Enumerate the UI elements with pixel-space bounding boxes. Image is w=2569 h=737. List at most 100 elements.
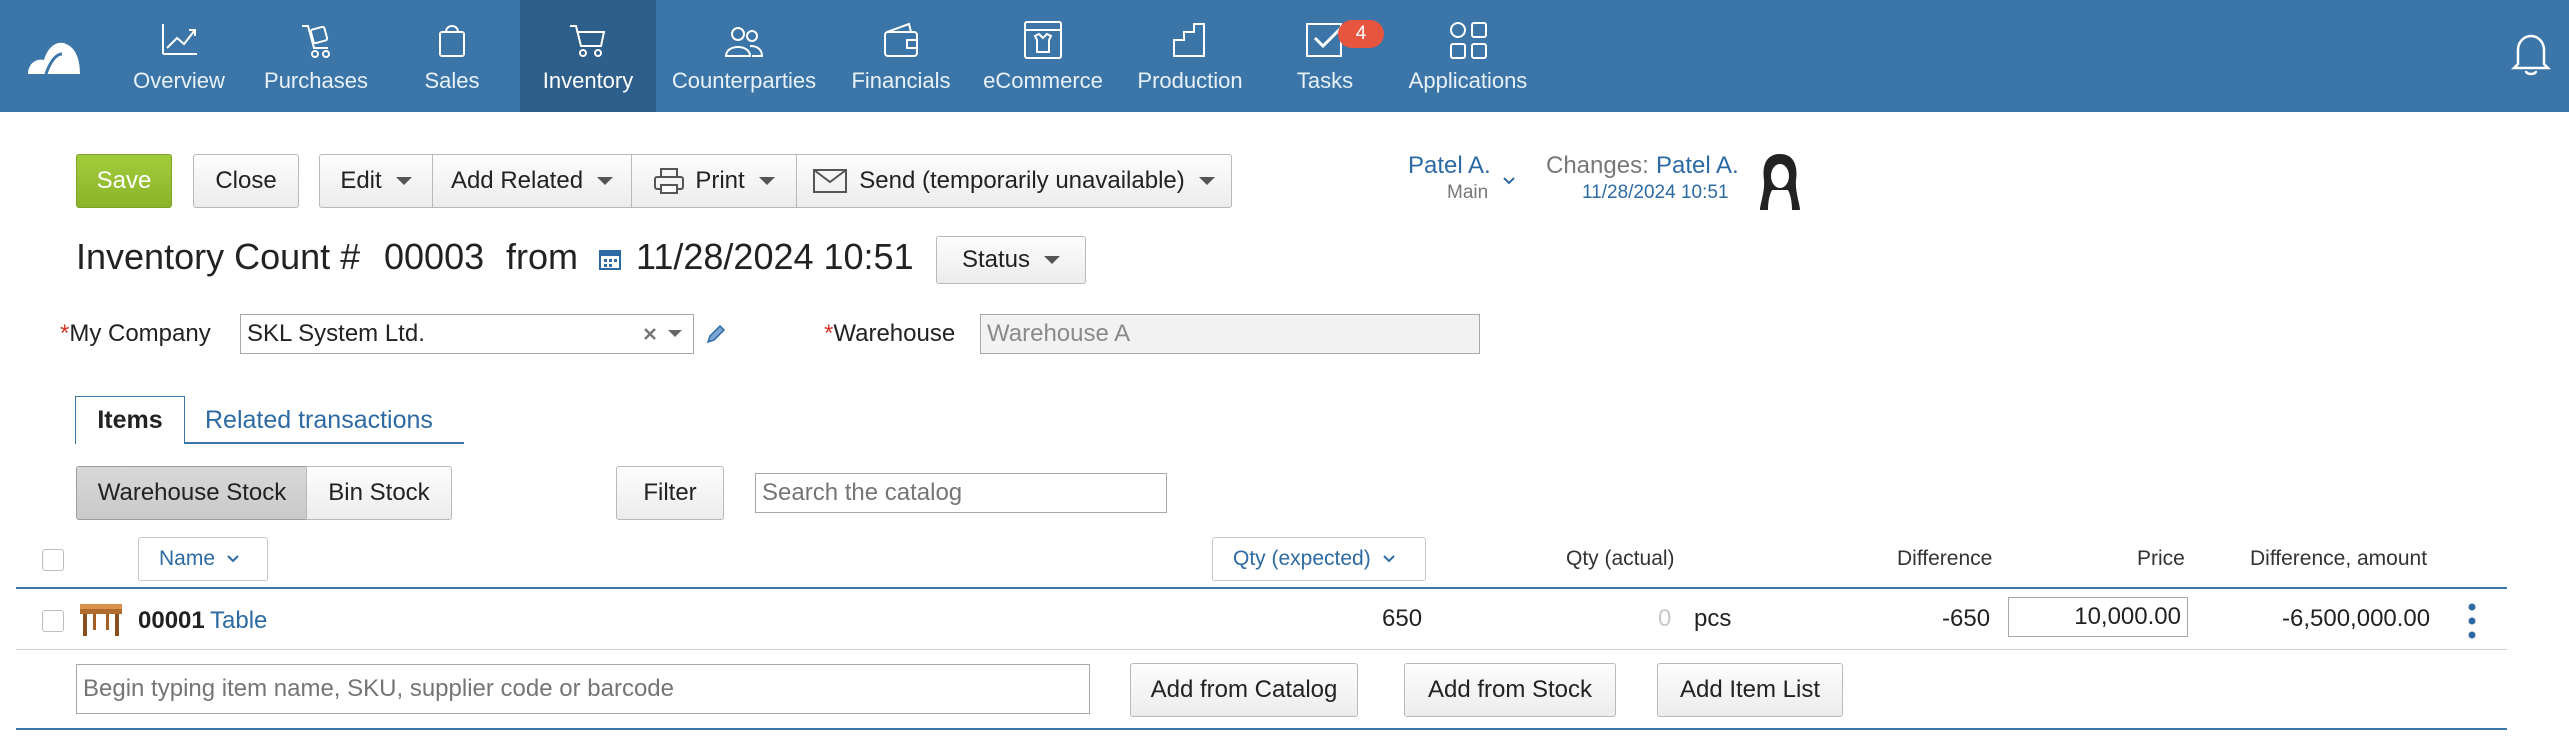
required-marker: * bbox=[824, 320, 834, 347]
caret-down-icon bbox=[597, 177, 614, 185]
clear-icon[interactable] bbox=[643, 327, 657, 341]
chevron-down-icon[interactable] bbox=[1502, 176, 1516, 186]
pencil-edit-icon[interactable] bbox=[704, 322, 728, 346]
nav-label: Inventory bbox=[542, 68, 634, 93]
save-button[interactable]: Save bbox=[76, 154, 172, 208]
catalog-search-input[interactable] bbox=[755, 473, 1167, 513]
nav-label: Financials bbox=[851, 68, 951, 93]
row-divider bbox=[16, 649, 2507, 650]
qty-actual-value[interactable]: 0 bbox=[1658, 605, 1671, 633]
edit-menu-button[interactable]: Edit bbox=[319, 154, 433, 208]
status-dropdown[interactable]: Status bbox=[936, 236, 1086, 284]
people-icon bbox=[724, 27, 764, 57]
owner-name-link[interactable]: Patel A. bbox=[1408, 152, 1491, 180]
add-related-button[interactable]: Add Related bbox=[432, 154, 632, 208]
edit-label: Edit bbox=[340, 167, 382, 194]
cart-icon bbox=[570, 25, 606, 57]
chevron-down-icon bbox=[1383, 555, 1395, 563]
nav-label: Purchases bbox=[264, 68, 368, 93]
chevron-down-icon bbox=[227, 555, 239, 563]
nav-overview[interactable]: Overview bbox=[118, 0, 240, 112]
company-select[interactable]: SKL System Ltd. bbox=[240, 314, 694, 354]
nav-tasks[interactable]: Tasks 4 bbox=[1270, 0, 1384, 112]
chevron-down-icon[interactable] bbox=[667, 329, 683, 339]
send-button[interactable]: Send (temporarily unavailable) bbox=[796, 154, 1232, 208]
item-name-link[interactable]: Table bbox=[210, 607, 267, 635]
add-item-search-input[interactable] bbox=[76, 664, 1090, 714]
warehouse-field: Warehouse A bbox=[980, 314, 1480, 354]
app-logo-icon[interactable] bbox=[24, 26, 84, 86]
document-date[interactable]: 11/28/2024 10:51 bbox=[636, 236, 914, 278]
name-column-sort[interactable]: Name bbox=[138, 537, 268, 581]
chart-line-icon bbox=[162, 24, 197, 55]
tab-related-transactions[interactable]: Related transactions bbox=[205, 406, 433, 435]
nav-label: Applications bbox=[1408, 68, 1528, 93]
print-button[interactable]: Print bbox=[631, 154, 797, 208]
caret-down-icon bbox=[1044, 256, 1061, 264]
tasks-count-badge: 4 bbox=[1338, 20, 1384, 48]
more-options-icon[interactable] bbox=[2467, 602, 2477, 640]
add-from-catalog-button[interactable]: Add from Catalog bbox=[1130, 663, 1358, 717]
add-item-list-button[interactable]: Add Item List bbox=[1657, 663, 1843, 717]
nav-label: Sales bbox=[424, 68, 480, 93]
envelope-icon bbox=[813, 169, 848, 193]
qty-actual-header: Qty (actual) bbox=[1566, 547, 1675, 570]
item-code: 00001 bbox=[138, 607, 205, 634]
warehouse-stock-toggle[interactable]: Warehouse Stock bbox=[76, 466, 308, 520]
nav-label: Production bbox=[1137, 68, 1243, 93]
nav-purchases[interactable]: Purchases bbox=[250, 0, 382, 112]
company-value: SKL System Ltd. bbox=[247, 320, 425, 347]
shopping-bag-icon bbox=[439, 25, 465, 57]
add-from-stock-button[interactable]: Add from Stock bbox=[1404, 663, 1616, 717]
nav-label: Overview bbox=[133, 68, 225, 93]
add-related-label: Add Related bbox=[450, 167, 584, 194]
status-label: Status bbox=[961, 246, 1031, 273]
changes-date: 11/28/2024 10:51 bbox=[1582, 182, 1729, 203]
nav-ecommerce[interactable]: eCommerce bbox=[976, 0, 1110, 112]
qty-expected-value: 650 bbox=[1382, 605, 1423, 632]
nav-label: Counterparties bbox=[671, 68, 817, 93]
user-avatar-icon[interactable] bbox=[1756, 150, 1804, 214]
difference-amount-value: -6,500,000.00 bbox=[2282, 605, 2431, 632]
select-all-checkbox[interactable] bbox=[42, 549, 64, 571]
bin-stock-toggle[interactable]: Bin Stock bbox=[306, 466, 452, 520]
bell-icon[interactable] bbox=[2510, 30, 2552, 76]
wallet-icon bbox=[884, 22, 918, 57]
warehouse-label: *Warehouse bbox=[824, 320, 956, 347]
table-furniture-icon bbox=[80, 604, 122, 636]
qty-expected-column-sort[interactable]: Qty (expected) bbox=[1212, 537, 1426, 581]
nav-applications[interactable]: Applications bbox=[1390, 0, 1546, 112]
print-label: Print bbox=[695, 167, 745, 194]
nav-sales[interactable]: Sales bbox=[400, 0, 504, 112]
row-checkbox[interactable] bbox=[42, 610, 64, 632]
caret-down-icon bbox=[395, 177, 412, 185]
cart-purchase-icon bbox=[302, 25, 330, 58]
price-input[interactable]: 10,000.00 bbox=[2008, 597, 2188, 637]
difference-header: Difference bbox=[1897, 547, 1993, 570]
owner-group: Main bbox=[1447, 182, 1489, 203]
close-button[interactable]: Close bbox=[193, 154, 299, 208]
changes-user-link[interactable]: Patel A. bbox=[1656, 152, 1739, 180]
nav-label: eCommerce bbox=[983, 68, 1103, 93]
document-title-prefix: Inventory Count # bbox=[76, 236, 361, 277]
nav-production[interactable]: Production bbox=[1124, 0, 1256, 112]
tab-underline bbox=[184, 442, 464, 444]
top-navigation: Overview Purchases Sales Inventory Count… bbox=[0, 0, 2569, 112]
nav-inventory[interactable]: Inventory bbox=[520, 0, 656, 112]
tab-items[interactable]: Items bbox=[75, 396, 185, 444]
grid-icon bbox=[1450, 22, 1487, 59]
nav-financials[interactable]: Financials bbox=[838, 0, 964, 112]
nav-counterparties[interactable]: Counterparties bbox=[664, 0, 824, 112]
name-column-label: Name bbox=[159, 547, 216, 570]
calendar-icon[interactable] bbox=[598, 247, 622, 271]
company-label: *My Company bbox=[60, 320, 211, 347]
factory-icon bbox=[1173, 23, 1205, 57]
table-bottom-divider bbox=[16, 728, 2507, 730]
table-header-divider bbox=[16, 587, 2507, 589]
caret-down-icon bbox=[1198, 177, 1215, 185]
nav-label: Tasks bbox=[1296, 68, 1354, 93]
filter-button[interactable]: Filter bbox=[616, 466, 724, 520]
from-label: from bbox=[506, 236, 578, 277]
document-number[interactable]: 00003 bbox=[384, 236, 484, 278]
send-label: Send (temporarily unavailable) bbox=[859, 167, 1185, 194]
